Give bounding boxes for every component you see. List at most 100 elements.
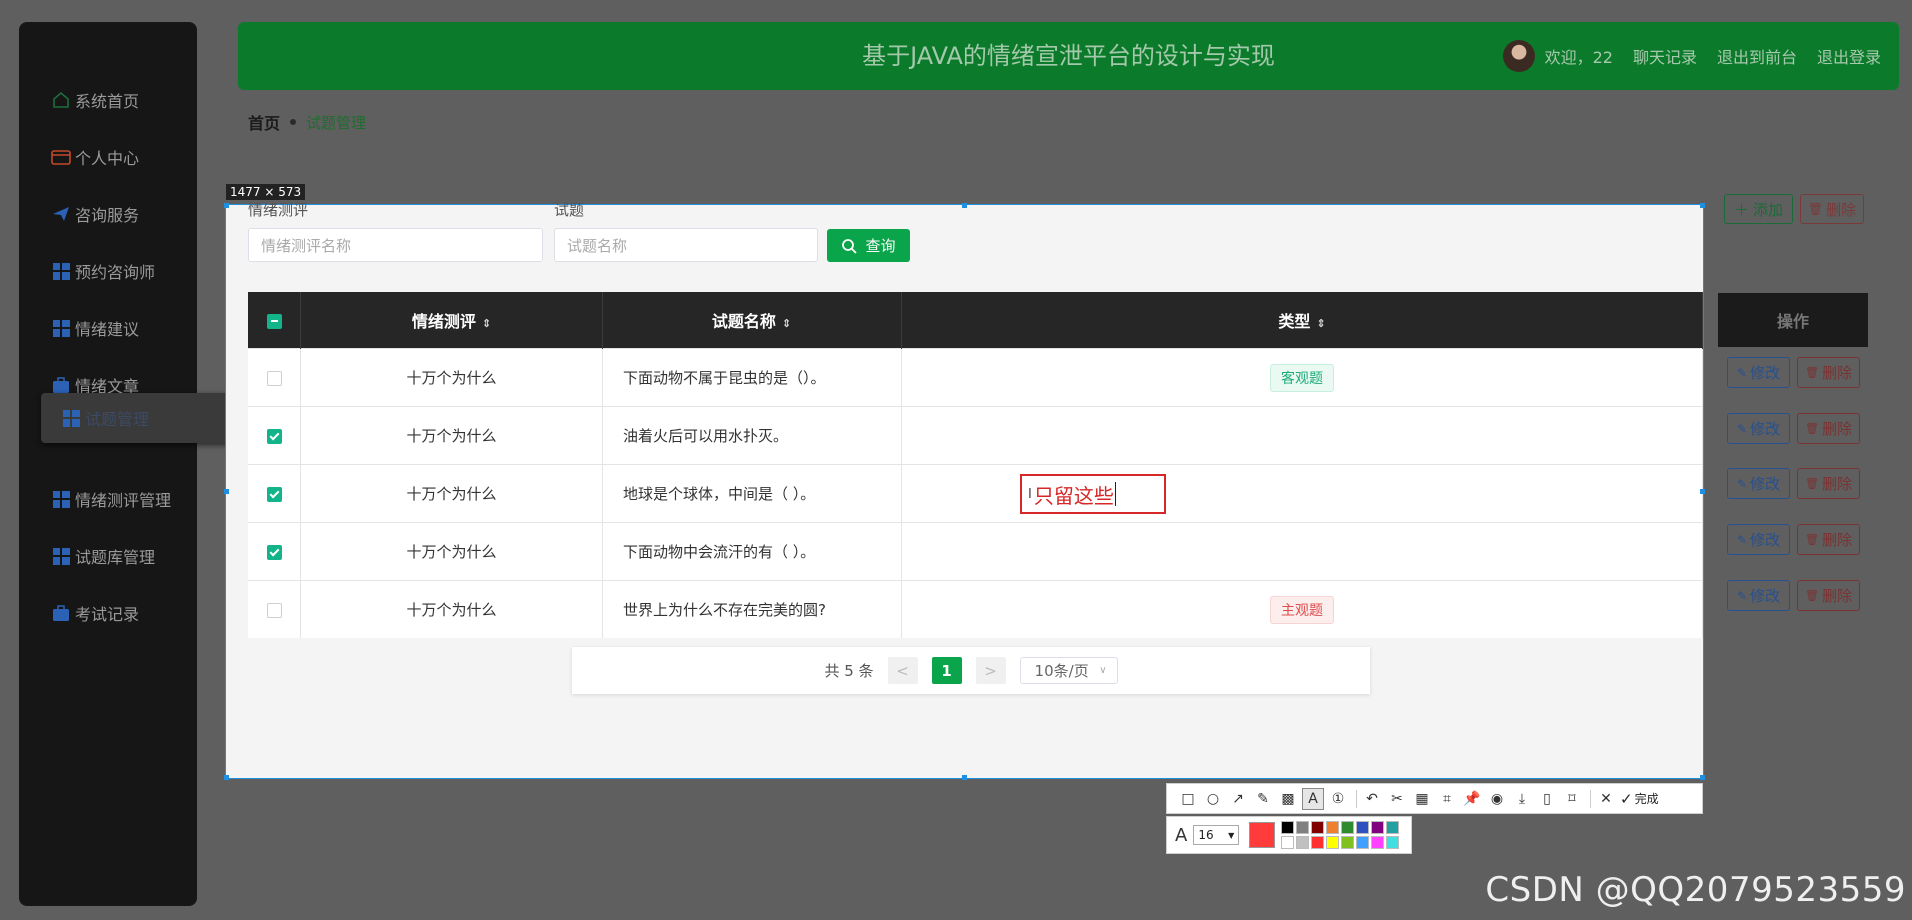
- page-size-select[interactable]: 10条/页 ∨: [1019, 657, 1118, 684]
- rectangle-tool-icon[interactable]: □: [1177, 788, 1199, 810]
- row-delete-button[interactable]: 🗑 删除: [1797, 357, 1860, 388]
- color-swatch[interactable]: [1311, 836, 1325, 849]
- scissors-icon[interactable]: ✂: [1386, 788, 1408, 810]
- close-icon[interactable]: ✕: [1595, 788, 1617, 810]
- color-swatch[interactable]: [1386, 836, 1400, 849]
- sidebar-item-question-manage[interactable]: 试题管理: [41, 393, 237, 443]
- sidebar-item-eval-manage[interactable]: 情绪测评管理: [19, 474, 197, 524]
- color-swatch[interactable]: [1296, 836, 1310, 849]
- col-name[interactable]: 试题名称 ⇕: [602, 292, 902, 349]
- text-caret: [1114, 482, 1116, 506]
- current-color-swatch[interactable]: [1249, 822, 1276, 848]
- row-checkbox[interactable]: [266, 486, 282, 502]
- col-type[interactable]: 类型 ⇕: [901, 292, 1703, 349]
- row-checkbox[interactable]: [266, 602, 282, 618]
- number-tool-icon[interactable]: ①: [1327, 788, 1349, 810]
- next-page-button[interactable]: >: [975, 657, 1006, 684]
- arrow-tool-icon[interactable]: ↗: [1227, 788, 1249, 810]
- color-swatch[interactable]: [1326, 836, 1340, 849]
- row-delete-button[interactable]: 🗑 删除: [1797, 468, 1860, 499]
- sidebar-item-question-bank[interactable]: 试题库管理: [19, 531, 197, 581]
- row-delete-button[interactable]: 🗑 删除: [1797, 580, 1860, 611]
- row-checkbox[interactable]: [266, 428, 282, 444]
- sidebar-item-consult[interactable]: 咨询服务: [19, 189, 197, 239]
- resize-handle[interactable]: [224, 775, 229, 780]
- row-delete-button[interactable]: 🗑 删除: [1797, 413, 1860, 444]
- sort-icon[interactable]: ⇕: [482, 317, 491, 330]
- undo-icon[interactable]: ↶: [1361, 788, 1383, 810]
- font-size-select[interactable]: 16 ▼: [1193, 825, 1240, 845]
- logout-link[interactable]: 退出登录: [1817, 44, 1881, 68]
- table-row: 十万个为什么 地球是个球体，中间是（ ）。: [248, 464, 1703, 523]
- row-edit-button[interactable]: ✎ 修改: [1727, 468, 1790, 499]
- sidebar-item-home[interactable]: 系统首页: [19, 75, 197, 125]
- screenshot-selection[interactable]: 情绪测评 情绪测评名称 试题 试题名称 查询 情绪测评 ⇕ 试题名称 ⇕ 类型 ⇕ 十…: [225, 201, 1704, 779]
- row-edit-label: 修改: [1750, 420, 1781, 438]
- row-edit-button[interactable]: ✎ 修改: [1727, 580, 1790, 611]
- delete-button[interactable]: 🗑 删除: [1800, 194, 1864, 224]
- color-swatch[interactable]: [1281, 821, 1295, 834]
- color-swatch[interactable]: [1341, 836, 1355, 849]
- annotation-text-box[interactable]: I 只留这些: [1020, 474, 1166, 514]
- breadcrumb-home[interactable]: 首页: [248, 110, 280, 134]
- question-search-input[interactable]: 试题名称: [554, 228, 818, 262]
- trash-icon: 🗑: [1805, 589, 1819, 602]
- phone-icon[interactable]: ▯: [1536, 788, 1558, 810]
- ellipse-tool-icon[interactable]: ○: [1202, 788, 1224, 810]
- row-edit-label: 修改: [1750, 531, 1781, 549]
- download-icon[interactable]: ⤓: [1511, 788, 1533, 810]
- sidebar-item-exam-record[interactable]: 考试记录: [19, 588, 197, 638]
- exit-to-front-link[interactable]: 退出到前台: [1717, 44, 1797, 68]
- avatar[interactable]: [1502, 40, 1535, 72]
- resize-handle[interactable]: [1700, 489, 1705, 494]
- sidebar-item-appointment[interactable]: 预约咨询师: [19, 246, 197, 296]
- row-delete-button[interactable]: 🗑 删除: [1797, 524, 1860, 555]
- page-number[interactable]: 1: [931, 657, 962, 684]
- row-edit-button[interactable]: ✎ 修改: [1727, 413, 1790, 444]
- color-swatch[interactable]: [1341, 821, 1355, 834]
- resize-handle[interactable]: [224, 489, 229, 494]
- text-tool-icon[interactable]: A: [1302, 787, 1324, 810]
- bookmark-icon[interactable]: ⌑: [1561, 788, 1583, 810]
- mosaic-tool-icon[interactable]: ▩: [1277, 788, 1299, 810]
- row-edit-button[interactable]: ✎ 修改: [1727, 524, 1790, 555]
- color-swatch[interactable]: [1371, 821, 1385, 834]
- resize-handle[interactable]: [1700, 775, 1705, 780]
- resize-handle[interactable]: [962, 203, 967, 208]
- row-checkbox[interactable]: [266, 544, 282, 560]
- sort-icon[interactable]: ⇕: [782, 317, 791, 330]
- sidebar-item-suggestion[interactable]: 情绪建议: [19, 303, 197, 353]
- row-edit-button[interactable]: ✎ 修改: [1727, 357, 1790, 388]
- sort-icon[interactable]: ⇕: [1316, 317, 1325, 330]
- color-swatch[interactable]: [1311, 821, 1325, 834]
- query-button[interactable]: 查询: [827, 229, 910, 262]
- scan-icon[interactable]: ⌗: [1436, 788, 1458, 810]
- color-swatch[interactable]: [1386, 821, 1400, 834]
- pin-icon[interactable]: 📌: [1461, 788, 1483, 810]
- color-swatch[interactable]: [1356, 821, 1370, 834]
- eval-search-input[interactable]: 情绪测评名称: [248, 228, 543, 262]
- edit-icon: ✎: [1736, 532, 1748, 547]
- resize-handle[interactable]: [962, 775, 967, 780]
- color-swatch[interactable]: [1371, 836, 1385, 849]
- record-icon[interactable]: ◉: [1486, 788, 1508, 810]
- ocr-icon[interactable]: ▦: [1411, 788, 1433, 810]
- resize-handle[interactable]: [1700, 203, 1705, 208]
- select-all-checkbox[interactable]: [266, 313, 282, 329]
- row-check-cell: [248, 406, 301, 465]
- row-delete-label: 删除: [1821, 587, 1852, 605]
- add-button[interactable]: ＋添加: [1724, 194, 1793, 224]
- top-header: 基于JAVA的情绪宣泄平台的设计与实现 欢迎，22 聊天记录 退出到前台 退出登…: [238, 22, 1899, 90]
- color-swatch[interactable]: [1356, 836, 1370, 849]
- sidebar-item-profile[interactable]: 个人中心: [19, 132, 197, 182]
- prev-page-button[interactable]: <: [887, 657, 918, 684]
- row-checkbox[interactable]: [266, 370, 282, 386]
- color-swatch[interactable]: [1326, 821, 1340, 834]
- chat-record-link[interactable]: 聊天记录: [1633, 44, 1697, 68]
- done-button[interactable]: ✓ 完成: [1620, 790, 1659, 808]
- pen-tool-icon[interactable]: ✎: [1252, 788, 1274, 810]
- color-swatch[interactable]: [1281, 836, 1295, 849]
- col-eval[interactable]: 情绪测评 ⇕: [300, 292, 603, 349]
- color-swatch[interactable]: [1296, 821, 1310, 834]
- resize-handle[interactable]: [224, 203, 229, 208]
